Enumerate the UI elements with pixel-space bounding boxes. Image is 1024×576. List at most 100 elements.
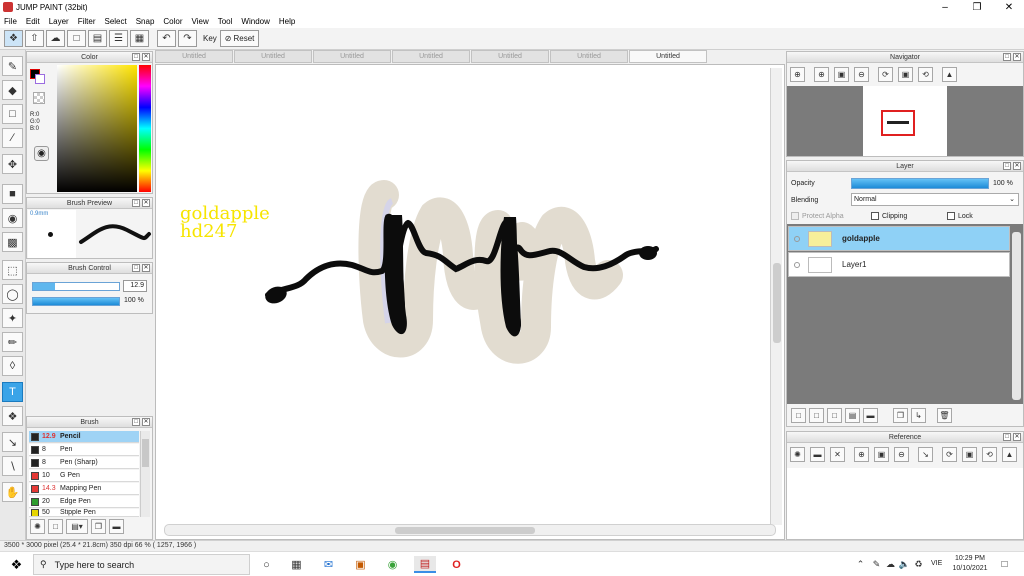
chat-icon[interactable]: □ — [67, 30, 86, 47]
visibility-icon[interactable] — [794, 235, 800, 242]
layer-row-layer1[interactable]: Layer1 — [788, 252, 1010, 277]
panel-close-icon[interactable]: ✕ — [1013, 433, 1021, 441]
menu-file[interactable]: File — [4, 17, 17, 26]
panel-close-icon[interactable]: ✕ — [142, 53, 150, 61]
brush-tool-icon[interactable]: ✎ — [2, 56, 23, 76]
gradient-tool-icon[interactable]: ▩ — [2, 232, 23, 252]
text-tool-icon[interactable]: T — [2, 382, 23, 402]
flip-icon[interactable]: ▲ — [942, 67, 957, 82]
hand-tool-icon[interactable]: ✋ — [2, 482, 23, 502]
tab-untitled-active[interactable]: Untitled — [629, 50, 707, 63]
reference-fit-icon[interactable]: ▣ — [874, 447, 889, 462]
protect-alpha-checkbox[interactable]: Protect Alpha — [791, 212, 844, 220]
redo-icon[interactable]: ↷ — [178, 30, 197, 47]
reference-rotate-left-icon[interactable]: ⟳ — [942, 447, 957, 462]
select-eraser-icon[interactable]: ◊ — [2, 356, 23, 376]
menu-window[interactable]: Window — [241, 17, 269, 26]
layer-folder-icon[interactable]: ▬ — [863, 408, 878, 423]
maximize-button[interactable]: ❐ — [962, 0, 992, 14]
brush-item-edge-pen[interactable]: 20 Edge Pen — [29, 496, 139, 508]
navigator-preview[interactable] — [787, 86, 1023, 156]
reference-flip-icon[interactable]: ▲ — [1002, 447, 1017, 462]
canvas-horizontal-scrollbar[interactable] — [164, 524, 776, 536]
grid-icon[interactable]: ▦ — [130, 30, 149, 47]
brush-item-pencil[interactable]: 12.9 Pencil — [29, 431, 139, 443]
layer-row-goldapple[interactable]: goldapple — [788, 226, 1010, 251]
minimize-button[interactable]: – — [930, 0, 960, 14]
panel-float-icon[interactable]: □ — [1003, 162, 1011, 170]
panel-close-icon[interactable]: ✕ — [142, 264, 150, 272]
opera-app-icon[interactable]: O — [448, 556, 465, 573]
reference-zoom-in-icon[interactable]: ⊕ — [854, 447, 869, 462]
magic-wand-icon[interactable]: ✦ — [2, 308, 23, 328]
brush-copy-icon[interactable]: ❐ — [91, 519, 106, 534]
tab-untitled-6[interactable]: Untitled — [550, 50, 628, 63]
brush-item-pen[interactable]: 8 Pen — [29, 444, 139, 456]
close-button[interactable]: ✕ — [994, 0, 1024, 14]
panel-close-icon[interactable]: ✕ — [142, 199, 150, 207]
rectangle-tool-icon[interactable]: □ — [2, 104, 23, 124]
new-layer-3-icon[interactable]: □ — [827, 408, 842, 423]
list-icon[interactable]: ☰ — [109, 30, 128, 47]
panel-float-icon[interactable]: □ — [132, 199, 140, 207]
delete-layer-icon[interactable]: 🗑 — [937, 408, 952, 423]
eraser-tool-icon[interactable]: ◆ — [2, 80, 23, 100]
brush-item-g-pen[interactable]: 10 G Pen — [29, 470, 139, 482]
language-indicator[interactable]: VIE — [931, 560, 942, 567]
menu-tool[interactable]: Tool — [218, 17, 233, 26]
notification-icon[interactable]: □ — [996, 556, 1013, 573]
merge-layer-icon[interactable]: ↳ — [911, 408, 926, 423]
new-layer-2-icon[interactable]: □ — [809, 408, 824, 423]
reference-close-icon[interactable]: ✕ — [830, 447, 845, 462]
lasso-icon[interactable]: ◯ — [2, 284, 23, 304]
task-view-icon[interactable]: ▦ — [288, 556, 305, 573]
panel-close-icon[interactable]: ✕ — [1013, 162, 1021, 170]
fill-rect-tool-icon[interactable]: ■ — [2, 184, 23, 204]
panel-float-icon[interactable]: □ — [132, 264, 140, 272]
tray-sync-icon[interactable]: ♻ — [910, 556, 927, 573]
cortana-icon[interactable]: ○ — [258, 556, 275, 573]
undo-icon[interactable]: ↶ — [157, 30, 176, 47]
brush-item-pen-sharp[interactable]: 8 Pen (Sharp) — [29, 457, 139, 469]
reference-open-icon[interactable]: ▬ — [810, 447, 825, 462]
horizontal-scroll-thumb[interactable] — [395, 527, 535, 534]
brush-add-icon[interactable]: ✺ — [30, 519, 45, 534]
drawing-canvas[interactable]: goldapple hd247 — [155, 64, 785, 540]
transparent-color-swatch[interactable] — [33, 92, 45, 104]
hue-slider[interactable] — [139, 65, 151, 192]
menu-edit[interactable]: Edit — [26, 17, 40, 26]
reference-rotate-right-icon[interactable]: ⟲ — [982, 447, 997, 462]
panel-close-icon[interactable]: ✕ — [1013, 53, 1021, 61]
vertical-scroll-thumb[interactable] — [773, 263, 781, 343]
panel-float-icon[interactable]: □ — [1003, 433, 1011, 441]
halftone-layer-icon[interactable]: ▤ — [845, 408, 860, 423]
brush-list-scrollbar[interactable] — [140, 431, 150, 517]
tab-untitled-2[interactable]: Untitled — [234, 50, 312, 63]
layer-opacity-slider[interactable] — [851, 178, 989, 189]
menu-select[interactable]: Select — [104, 17, 126, 26]
blending-select[interactable]: Normal ⌄ — [851, 193, 1019, 206]
brush-item-mapping-pen[interactable]: 14.3 Mapping Pen — [29, 483, 139, 495]
visibility-icon[interactable] — [794, 261, 800, 268]
new-layer-icon[interactable]: □ — [791, 408, 806, 423]
rotate-right-icon[interactable]: ⟲ — [918, 67, 933, 82]
shape-tool-icon[interactable]: ❖ — [2, 406, 23, 426]
rotate-reset-icon[interactable]: ▣ — [898, 67, 913, 82]
saturation-value-picker[interactable] — [57, 65, 137, 192]
brush-new-icon[interactable]: □ — [48, 519, 63, 534]
panel-close-icon[interactable]: ✕ — [142, 418, 150, 426]
panel-float-icon[interactable]: □ — [132, 418, 140, 426]
tab-untitled-5[interactable]: Untitled — [471, 50, 549, 63]
line-tool-icon[interactable]: ∕ — [2, 128, 23, 148]
select-pen-icon[interactable]: ✏ — [2, 332, 23, 352]
brush-size-slider[interactable] — [32, 282, 120, 291]
zoom-fit-icon[interactable]: ⊕ — [790, 67, 805, 82]
reference-viewer[interactable] — [787, 468, 1023, 539]
rotate-left-icon[interactable]: ⟳ — [878, 67, 893, 82]
brush-folder-icon[interactable]: ▬ — [109, 519, 124, 534]
windows-start-icon[interactable]: ❖ — [8, 556, 25, 573]
mail-app-icon[interactable]: ✉ — [320, 556, 337, 573]
reference-add-icon[interactable]: ✺ — [790, 447, 805, 462]
browser-app-icon[interactable]: ◉ — [384, 556, 401, 573]
eyedropper-icon[interactable]: ↘ — [2, 432, 23, 452]
